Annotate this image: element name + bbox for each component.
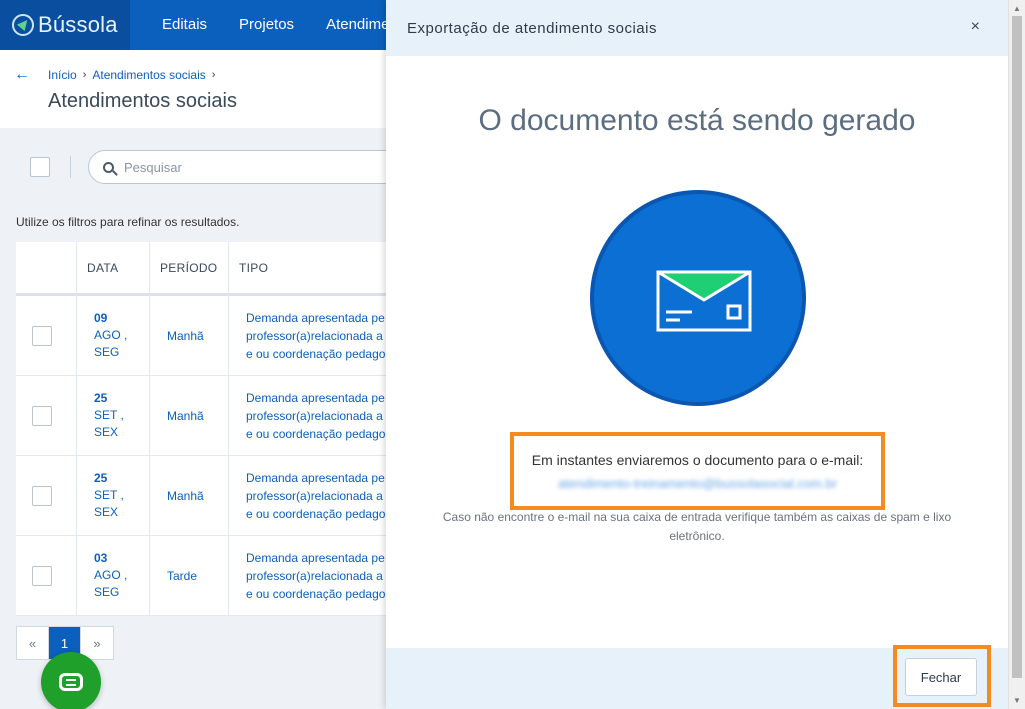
nav-editais[interactable]: Editais (146, 0, 223, 50)
row-checkbox[interactable] (32, 565, 52, 586)
email-address: atendimento-treinamento@bussolasocial.co… (557, 475, 838, 491)
row-date: 09 AGO , SEG (94, 311, 128, 359)
chat-button[interactable] (41, 652, 101, 709)
table-row[interactable]: 25 SET , SEX Manhã Demanda apresentada pe p… (16, 376, 396, 456)
breadcrumb-section[interactable]: Atendimentos sociais (92, 68, 205, 82)
select-all-checkbox[interactable] (30, 157, 50, 177)
scroll-down-icon[interactable]: ▼ (1013, 696, 1021, 705)
row-checkbox[interactable] (32, 405, 52, 426)
divider (70, 156, 71, 178)
results-table: DATA PERÍODO TIPO 09 AGO , SEG Manhã Deman… (16, 240, 396, 616)
row-checkbox[interactable] (32, 485, 52, 506)
row-type[interactable]: Demanda apresentada pe professor(a)relaci… (246, 309, 385, 363)
page-title: Atendimentos sociais (48, 90, 237, 112)
compass-icon (12, 14, 34, 36)
row-date: 25 SET , SEX (94, 391, 124, 439)
header-tipo[interactable]: TIPO (229, 241, 396, 295)
search-input[interactable] (124, 159, 364, 175)
row-checkbox[interactable] (32, 325, 52, 346)
header-periodo[interactable]: PERÍODO (150, 240, 229, 295)
drawer-header: Exportação de atendimento sociais × (386, 0, 1008, 56)
row-period: Manhã (167, 328, 204, 343)
table-row[interactable]: 03 AGO , SEG Tarde Demanda apresentada pe p… (16, 536, 396, 616)
arrow-left-icon[interactable]: ← (14, 66, 30, 84)
search-box[interactable] (88, 150, 408, 184)
row-type[interactable]: Demanda apresentada pe professor(a)relaci… (246, 469, 385, 523)
header-select (16, 240, 77, 295)
brand-name: Bússola (38, 12, 118, 37)
generating-heading: O documento está sendo gerado (478, 104, 916, 137)
main-nav: Editais Projetos Atendimer (146, 0, 410, 50)
spam-note: Caso não encontre o e-mail na sua caixa … (442, 510, 952, 543)
row-date: 25 SET , SEX (94, 471, 124, 519)
email-message: Em instantes enviaremos o documento para… (531, 451, 864, 468)
row-period: Tarde (167, 568, 198, 583)
pager-next[interactable]: » (81, 627, 113, 659)
export-drawer: Exportação de atendimento sociais × O do… (386, 0, 1025, 709)
brand-logo[interactable]: Bússola (0, 0, 130, 50)
scroll-up-icon[interactable]: ▲ (1013, 4, 1021, 13)
chevron-right-icon: › (82, 69, 87, 81)
filter-hint: Utilize os filtros para refinar os resul… (16, 215, 240, 229)
breadcrumb-home[interactable]: Início (48, 68, 77, 82)
nav-projetos[interactable]: Projetos (223, 0, 310, 50)
row-period: Manhã (167, 488, 204, 503)
envelope-icon (656, 270, 752, 332)
table-row[interactable]: 25 SET , SEX Manhã Demanda apresentada pe p… (16, 456, 396, 536)
email-highlight: Em instantes enviaremos o documento para… (510, 432, 885, 510)
row-type[interactable]: Demanda apresentada pe professor(a)relaci… (246, 549, 385, 603)
header-data[interactable]: DATA (77, 240, 150, 295)
row-period: Manhã (167, 408, 204, 423)
row-date: 03 AGO , SEG (94, 551, 128, 599)
chevron-right-icon: › (211, 69, 216, 81)
pager-prev[interactable]: « (17, 627, 49, 659)
scrollbar-thumb[interactable] (1012, 16, 1022, 678)
drawer-title: Exportação de atendimento sociais (407, 19, 657, 37)
table-row[interactable]: 09 AGO , SEG Manhã Demanda apresentada pe p… (16, 296, 396, 376)
table-header: DATA PERÍODO TIPO (16, 240, 396, 296)
envelope-badge (590, 190, 806, 406)
chat-icon (59, 673, 83, 691)
close-button[interactable]: Fechar (905, 658, 977, 696)
row-type[interactable]: Demanda apresentada pe professor(a)relaci… (246, 389, 385, 443)
breadcrumb: Início › Atendimentos sociais › (48, 68, 215, 82)
search-icon (103, 161, 114, 173)
drawer-scrollbar[interactable]: ▲ ▼ (1008, 0, 1025, 709)
close-icon[interactable]: × (971, 18, 980, 36)
